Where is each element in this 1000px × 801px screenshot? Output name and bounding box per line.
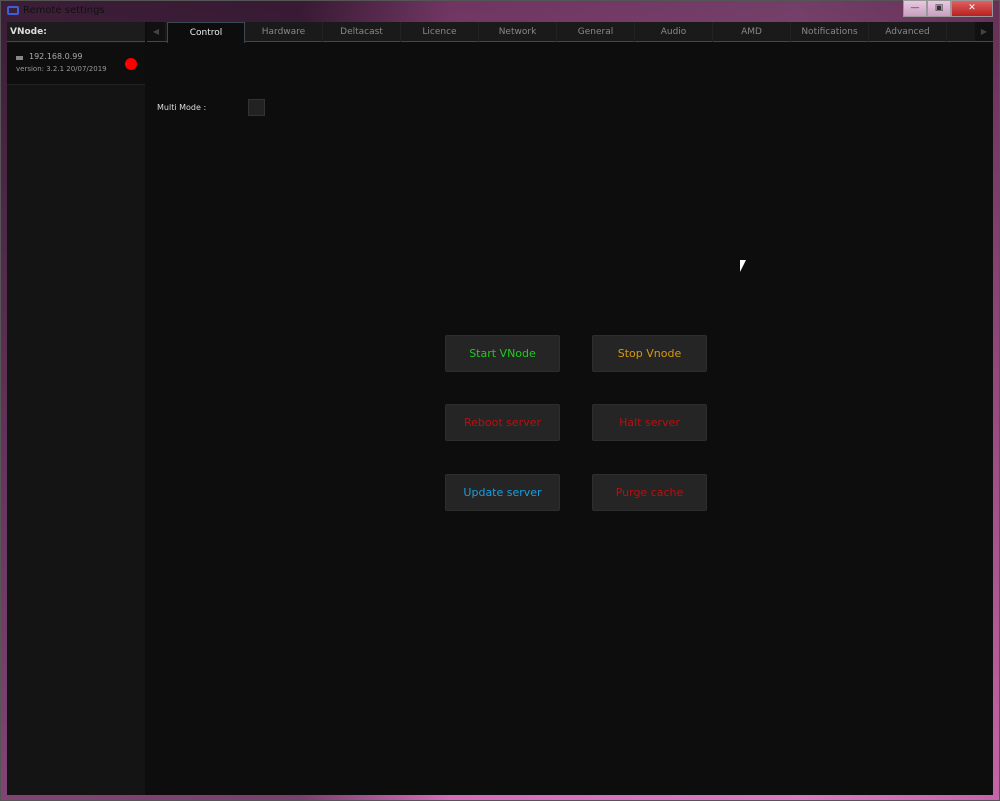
tab-network[interactable]: Network	[479, 22, 557, 42]
tab-bar: ◀ Control Hardware Deltacast Licence Net…	[147, 22, 993, 43]
multi-mode-label: Multi Mode :	[157, 103, 207, 112]
app-icon	[7, 6, 19, 15]
multi-mode-checkbox[interactable]	[248, 99, 265, 116]
title-bar[interactable]: Remote settings — ▣ ✕	[0, 0, 1000, 22]
mouse-cursor-icon	[740, 260, 746, 272]
tab-deltacast[interactable]: Deltacast	[323, 22, 401, 42]
close-button[interactable]: ✕	[951, 0, 993, 17]
node-version: version: 3.2.1 20/07/2019	[16, 65, 107, 73]
tab-scroll-left-icon[interactable]: ◀	[147, 22, 165, 41]
minimize-button[interactable]: —	[903, 0, 927, 17]
tab-notifications[interactable]: Notifications	[791, 22, 869, 42]
tab-general[interactable]: General	[557, 22, 635, 42]
halt-server-button[interactable]: Halt server	[592, 404, 707, 441]
start-vnode-button[interactable]: Start VNode	[445, 335, 560, 372]
purge-cache-button[interactable]: Purge cache	[592, 474, 707, 511]
tab-control[interactable]: Control	[167, 22, 245, 43]
server-icon	[16, 56, 23, 60]
sidebar-header: VNode:	[7, 22, 145, 42]
tab-scroll-right-icon[interactable]: ▶	[975, 22, 993, 41]
tab-hardware[interactable]: Hardware	[245, 22, 323, 42]
client-area: VNode: 192.168.0.99 version: 3.2.1 20/07…	[7, 22, 993, 795]
tab-licence[interactable]: Licence	[401, 22, 479, 42]
reboot-server-button[interactable]: Reboot server	[445, 404, 560, 441]
update-server-button[interactable]: Update server	[445, 474, 560, 511]
stop-vnode-button[interactable]: Stop Vnode	[592, 335, 707, 372]
vnode-sidebar: VNode: 192.168.0.99 version: 3.2.1 20/07…	[7, 22, 145, 795]
status-indicator	[125, 58, 137, 70]
tab-audio[interactable]: Audio	[635, 22, 713, 42]
window-title: Remote settings	[23, 5, 105, 16]
vnode-list-item[interactable]: 192.168.0.99 version: 3.2.1 20/07/2019	[7, 43, 145, 85]
tab-advanced[interactable]: Advanced	[869, 22, 947, 42]
maximize-button[interactable]: ▣	[927, 0, 951, 17]
node-ip: 192.168.0.99	[29, 52, 83, 61]
tab-amd[interactable]: AMD	[713, 22, 791, 42]
